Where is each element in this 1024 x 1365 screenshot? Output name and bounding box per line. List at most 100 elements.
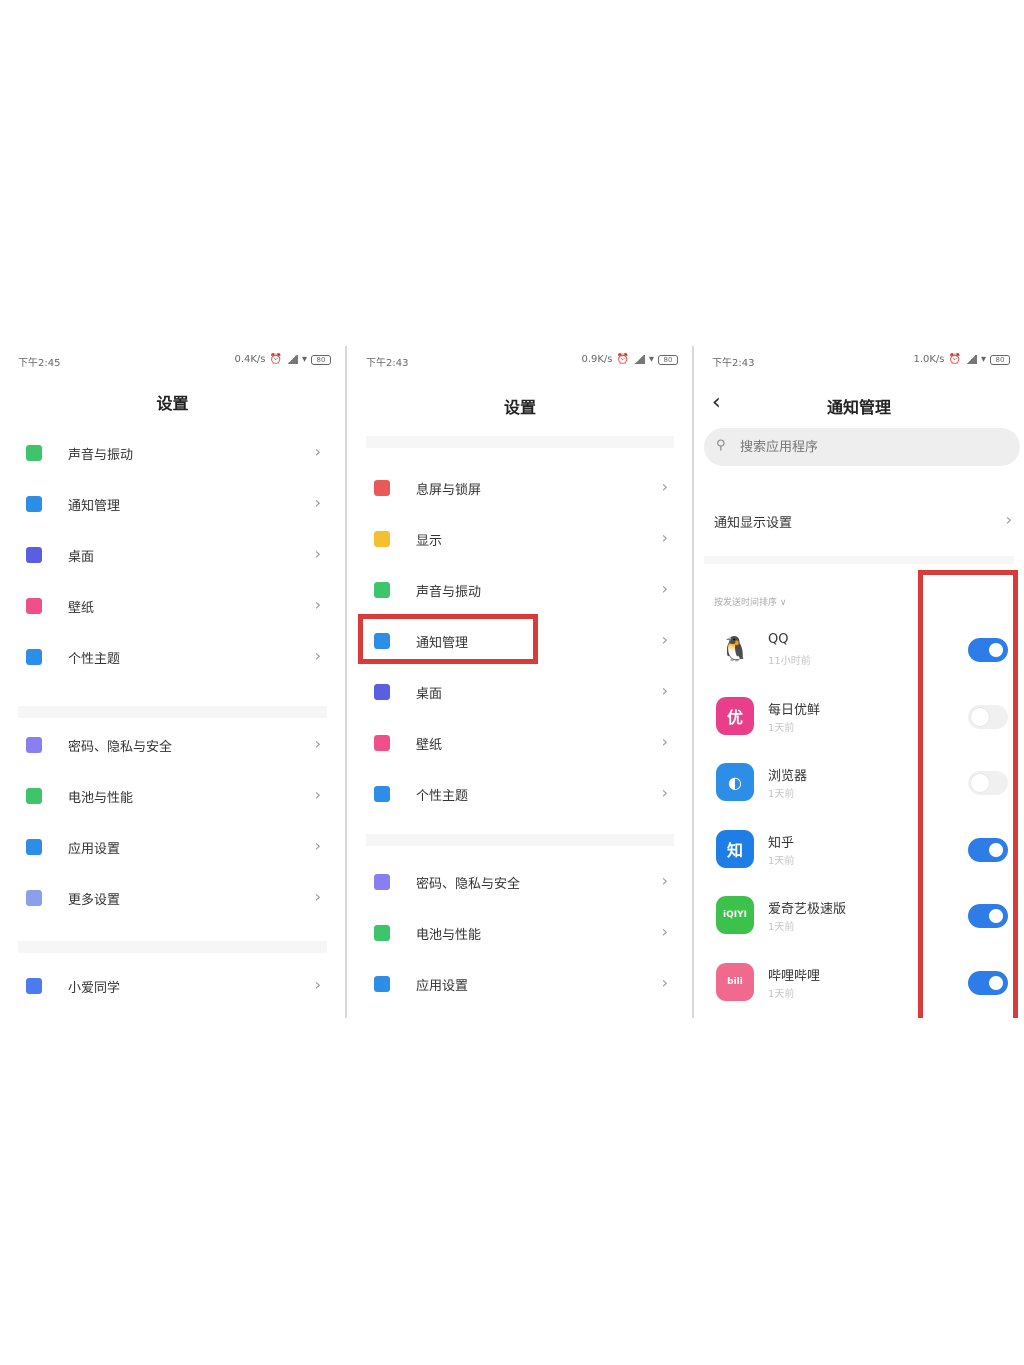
- settings-panel-2: 下午2:43 0.9K/s ⏰ ▾ 80 设置 息屏与锁屏 › 显示 › 声音与振动 › 通…: [348, 346, 692, 1018]
- wifi-icon: ▾: [301, 354, 307, 365]
- settings-row-label: 个性主题: [68, 652, 121, 667]
- settings-row-label: 声音与振动: [68, 448, 134, 463]
- settings-row-label: 息屏与锁屏: [416, 483, 482, 498]
- settings-row[interactable]: 息屏与锁屏 ›: [348, 468, 692, 508]
- chevron-right-icon: ›: [1005, 510, 1012, 529]
- chevron-right-icon: ›: [314, 493, 321, 512]
- status-time: 下午2:43: [366, 358, 409, 369]
- status-icons: 0.4K/s ⏰ ▾ 80: [234, 354, 331, 365]
- app-last-notification-time: 1天前: [768, 922, 795, 933]
- settings-row[interactable]: 电池与性能 ›: [348, 913, 692, 953]
- iqiyi-icon: iQIYI: [716, 896, 754, 934]
- settings-row[interactable]: 显示 ›: [348, 519, 692, 559]
- settings-row[interactable]: 壁纸 ›: [0, 586, 345, 626]
- chevron-right-icon: ›: [661, 630, 668, 649]
- chevron-right-icon: ›: [661, 922, 668, 941]
- app-name: 浏览器: [768, 769, 808, 784]
- search-icon: ⚲: [716, 438, 726, 453]
- settings-row-label: 声音与振动: [416, 585, 482, 600]
- home-icon: [374, 684, 390, 700]
- page-title: 通知管理: [826, 398, 891, 417]
- zhihu-icon: 知: [716, 829, 754, 868]
- network-speed: 0.4K/s: [234, 354, 266, 365]
- battery-icon: 80: [311, 354, 331, 365]
- browser-icon: ◐: [716, 763, 754, 801]
- app-last-notification-time: 1天前: [768, 722, 795, 734]
- chevron-right-icon: ›: [314, 442, 321, 461]
- settings-panel-1: 下午2:45 0.4K/s ⏰ ▾ 80 设置 声音与振动 › 通知管理 › 桌面 › 壁纸…: [0, 346, 345, 1018]
- settings-row-label: 电池与性能: [416, 928, 482, 943]
- app-icon-glyph: 优: [726, 707, 743, 727]
- brush-icon: [374, 786, 390, 802]
- signal-icon: [285, 355, 298, 364]
- settings-row[interactable]: 应用设置 ›: [0, 827, 345, 867]
- status-bar: 下午2:43 0.9K/s ⏰ ▾ 80: [348, 354, 692, 370]
- app-last-notification-time: 1天前: [768, 988, 795, 1000]
- home-icon: [26, 547, 42, 563]
- app-name: 知乎: [768, 835, 795, 851]
- chevron-right-icon: ›: [314, 734, 321, 753]
- search-bar[interactable]: ⚲: [704, 428, 1020, 466]
- wallpaper-flower-icon: [26, 598, 42, 614]
- app-icon-glyph: iQIYI: [723, 910, 747, 920]
- app-last-notification-time: 11小时前: [768, 656, 811, 667]
- notification-display-settings-row[interactable]: 通知显示设置 ›: [694, 501, 1024, 541]
- gear-icon: [374, 976, 390, 992]
- app-icon-glyph: bili: [727, 976, 743, 987]
- signal-icon: [632, 355, 645, 364]
- settings-row[interactable]: 声音与振动 ›: [0, 433, 345, 473]
- sun-icon: [374, 531, 390, 547]
- chevron-right-icon: ›: [661, 579, 668, 598]
- chevron-right-icon: ›: [661, 783, 668, 802]
- settings-row[interactable]: 应用设置 ›: [348, 964, 692, 1004]
- settings-row-label: 密码、隐私与安全: [416, 877, 521, 892]
- xiaoai-icon: [26, 978, 42, 994]
- sort-dropdown[interactable]: 按发送时间排序 ∨: [714, 595, 786, 608]
- app-icon-glyph: ◐: [728, 772, 742, 792]
- settings-row[interactable]: 桌面 ›: [0, 535, 345, 575]
- settings-row[interactable]: 个性主题 ›: [348, 774, 692, 814]
- qq-penguin-icon: 🐧: [716, 630, 754, 668]
- settings-row-label: 电池与性能: [68, 791, 134, 806]
- app-icon-glyph: 🐧: [720, 635, 750, 663]
- settings-row[interactable]: 更多设置 ›: [0, 878, 345, 918]
- settings-row[interactable]: 桌面 ›: [348, 672, 692, 712]
- settings-row-label: 应用设置: [68, 842, 121, 857]
- page-title: 设置: [156, 394, 189, 413]
- chevron-right-icon: ›: [661, 732, 668, 751]
- fingerprint-icon: [374, 874, 390, 890]
- brush-icon: [26, 649, 42, 665]
- settings-row[interactable]: 密码、隐私与安全 ›: [348, 862, 692, 902]
- app-name: 哔哩哔哩: [768, 968, 821, 984]
- settings-row[interactable]: 密码、隐私与安全 ›: [0, 725, 345, 765]
- wifi-icon: ▾: [980, 354, 986, 365]
- fingerprint-icon: [26, 737, 42, 753]
- section-divider: [366, 436, 674, 448]
- chevron-right-icon: ›: [661, 528, 668, 547]
- settings-row[interactable]: 电池与性能 ›: [0, 776, 345, 816]
- chevron-right-icon: ›: [314, 975, 321, 994]
- battery-icon: [26, 788, 42, 804]
- settings-row-label: 壁纸: [416, 738, 443, 753]
- speaker-icon: [374, 582, 390, 598]
- network-speed: 0.9K/s: [581, 354, 613, 365]
- status-time: 下午2:45: [18, 358, 61, 369]
- settings-row[interactable]: 个性主题 ›: [0, 637, 345, 677]
- settings-row[interactable]: 声音与振动 ›: [348, 570, 692, 610]
- alarm-icon: ⏰: [948, 354, 961, 365]
- settings-row-label: 桌面: [68, 550, 95, 565]
- settings-row[interactable]: 壁纸 ›: [348, 723, 692, 763]
- settings-row-label: 密码、隐私与安全: [68, 740, 173, 755]
- meiriyouxian-icon: 优: [716, 696, 754, 735]
- settings-row[interactable]: 通知管理 ›: [0, 484, 345, 524]
- search-input[interactable]: [740, 436, 940, 458]
- chevron-right-icon: ›: [314, 646, 321, 665]
- chevron-right-icon: ›: [661, 681, 668, 700]
- settings-row[interactable]: 小爱同学 ›: [0, 966, 345, 1006]
- wifi-icon: ▾: [648, 354, 654, 365]
- status-icons: 0.9K/s ⏰ ▾ 80: [581, 354, 678, 365]
- alarm-icon: ⏰: [616, 354, 629, 365]
- chevron-right-icon: ›: [314, 836, 321, 855]
- settings-row-label: 通知管理: [68, 499, 121, 514]
- chevron-right-icon: ›: [314, 544, 321, 563]
